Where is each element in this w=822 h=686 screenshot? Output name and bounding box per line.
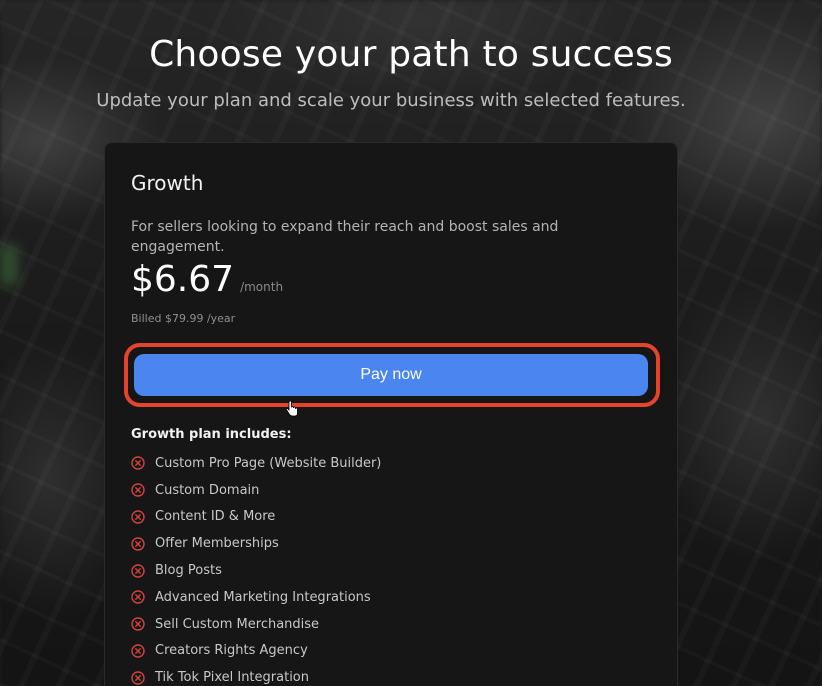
feature-list: Custom Pro Page (Website Builder) Custom… (131, 450, 381, 686)
feature-item: Sell Custom Merchandise (131, 611, 381, 638)
plan-card-growth: Growth For sellers looking to expand the… (104, 142, 678, 686)
feature-label: Custom Pro Page (Website Builder) (155, 455, 382, 471)
x-circle-icon (131, 563, 145, 578)
feature-label: Content ID & More (155, 509, 276, 525)
feature-label: Creators Rights Agency (155, 643, 308, 659)
plan-name: Growth (131, 171, 204, 195)
x-circle-icon (131, 617, 145, 631)
hand-pointer-icon (285, 401, 298, 417)
feature-item: Blog Posts (131, 557, 381, 584)
pay-now-button[interactable]: Pay now (134, 354, 648, 396)
x-circle-icon (131, 483, 145, 497)
feature-item: Offer Memberships (131, 530, 381, 557)
feature-item: Tik Tok Pixel Integration (131, 664, 381, 686)
background-accent (0, 245, 18, 285)
x-circle-icon (131, 671, 145, 685)
feature-item: Custom Pro Page (Website Builder) (131, 450, 381, 477)
feature-item: Content ID & More (131, 504, 381, 531)
price-period: /month (240, 280, 284, 294)
feature-label: Sell Custom Merchandise (155, 616, 320, 632)
feature-label: Blog Posts (155, 563, 222, 579)
page-title: Choose your path to success (149, 34, 673, 75)
x-circle-icon (131, 537, 145, 551)
feature-label: Offer Memberships (155, 536, 279, 552)
x-circle-icon (131, 510, 145, 524)
feature-label: Custom Domain (155, 482, 260, 498)
includes-heading: Growth plan includes: (131, 427, 292, 442)
x-circle-icon (131, 644, 145, 658)
plan-description: For sellers looking to expand their reac… (131, 219, 559, 255)
plan-price: $6.67 (131, 259, 235, 300)
page-subtitle: Update your plan and scale your business… (96, 90, 686, 111)
x-circle-icon (131, 456, 145, 471)
billing-note: Billed $79.99 /year (131, 312, 236, 325)
feature-item: Advanced Marketing Integrations (131, 584, 381, 611)
feature-item: Creators Rights Agency (131, 638, 381, 665)
x-circle-icon (131, 590, 145, 605)
feature-item: Custom Domain (131, 477, 381, 504)
price-row: $6.67 /month (131, 259, 283, 300)
feature-label: Advanced Marketing Integrations (155, 589, 371, 605)
feature-label: Tik Tok Pixel Integration (155, 670, 309, 686)
